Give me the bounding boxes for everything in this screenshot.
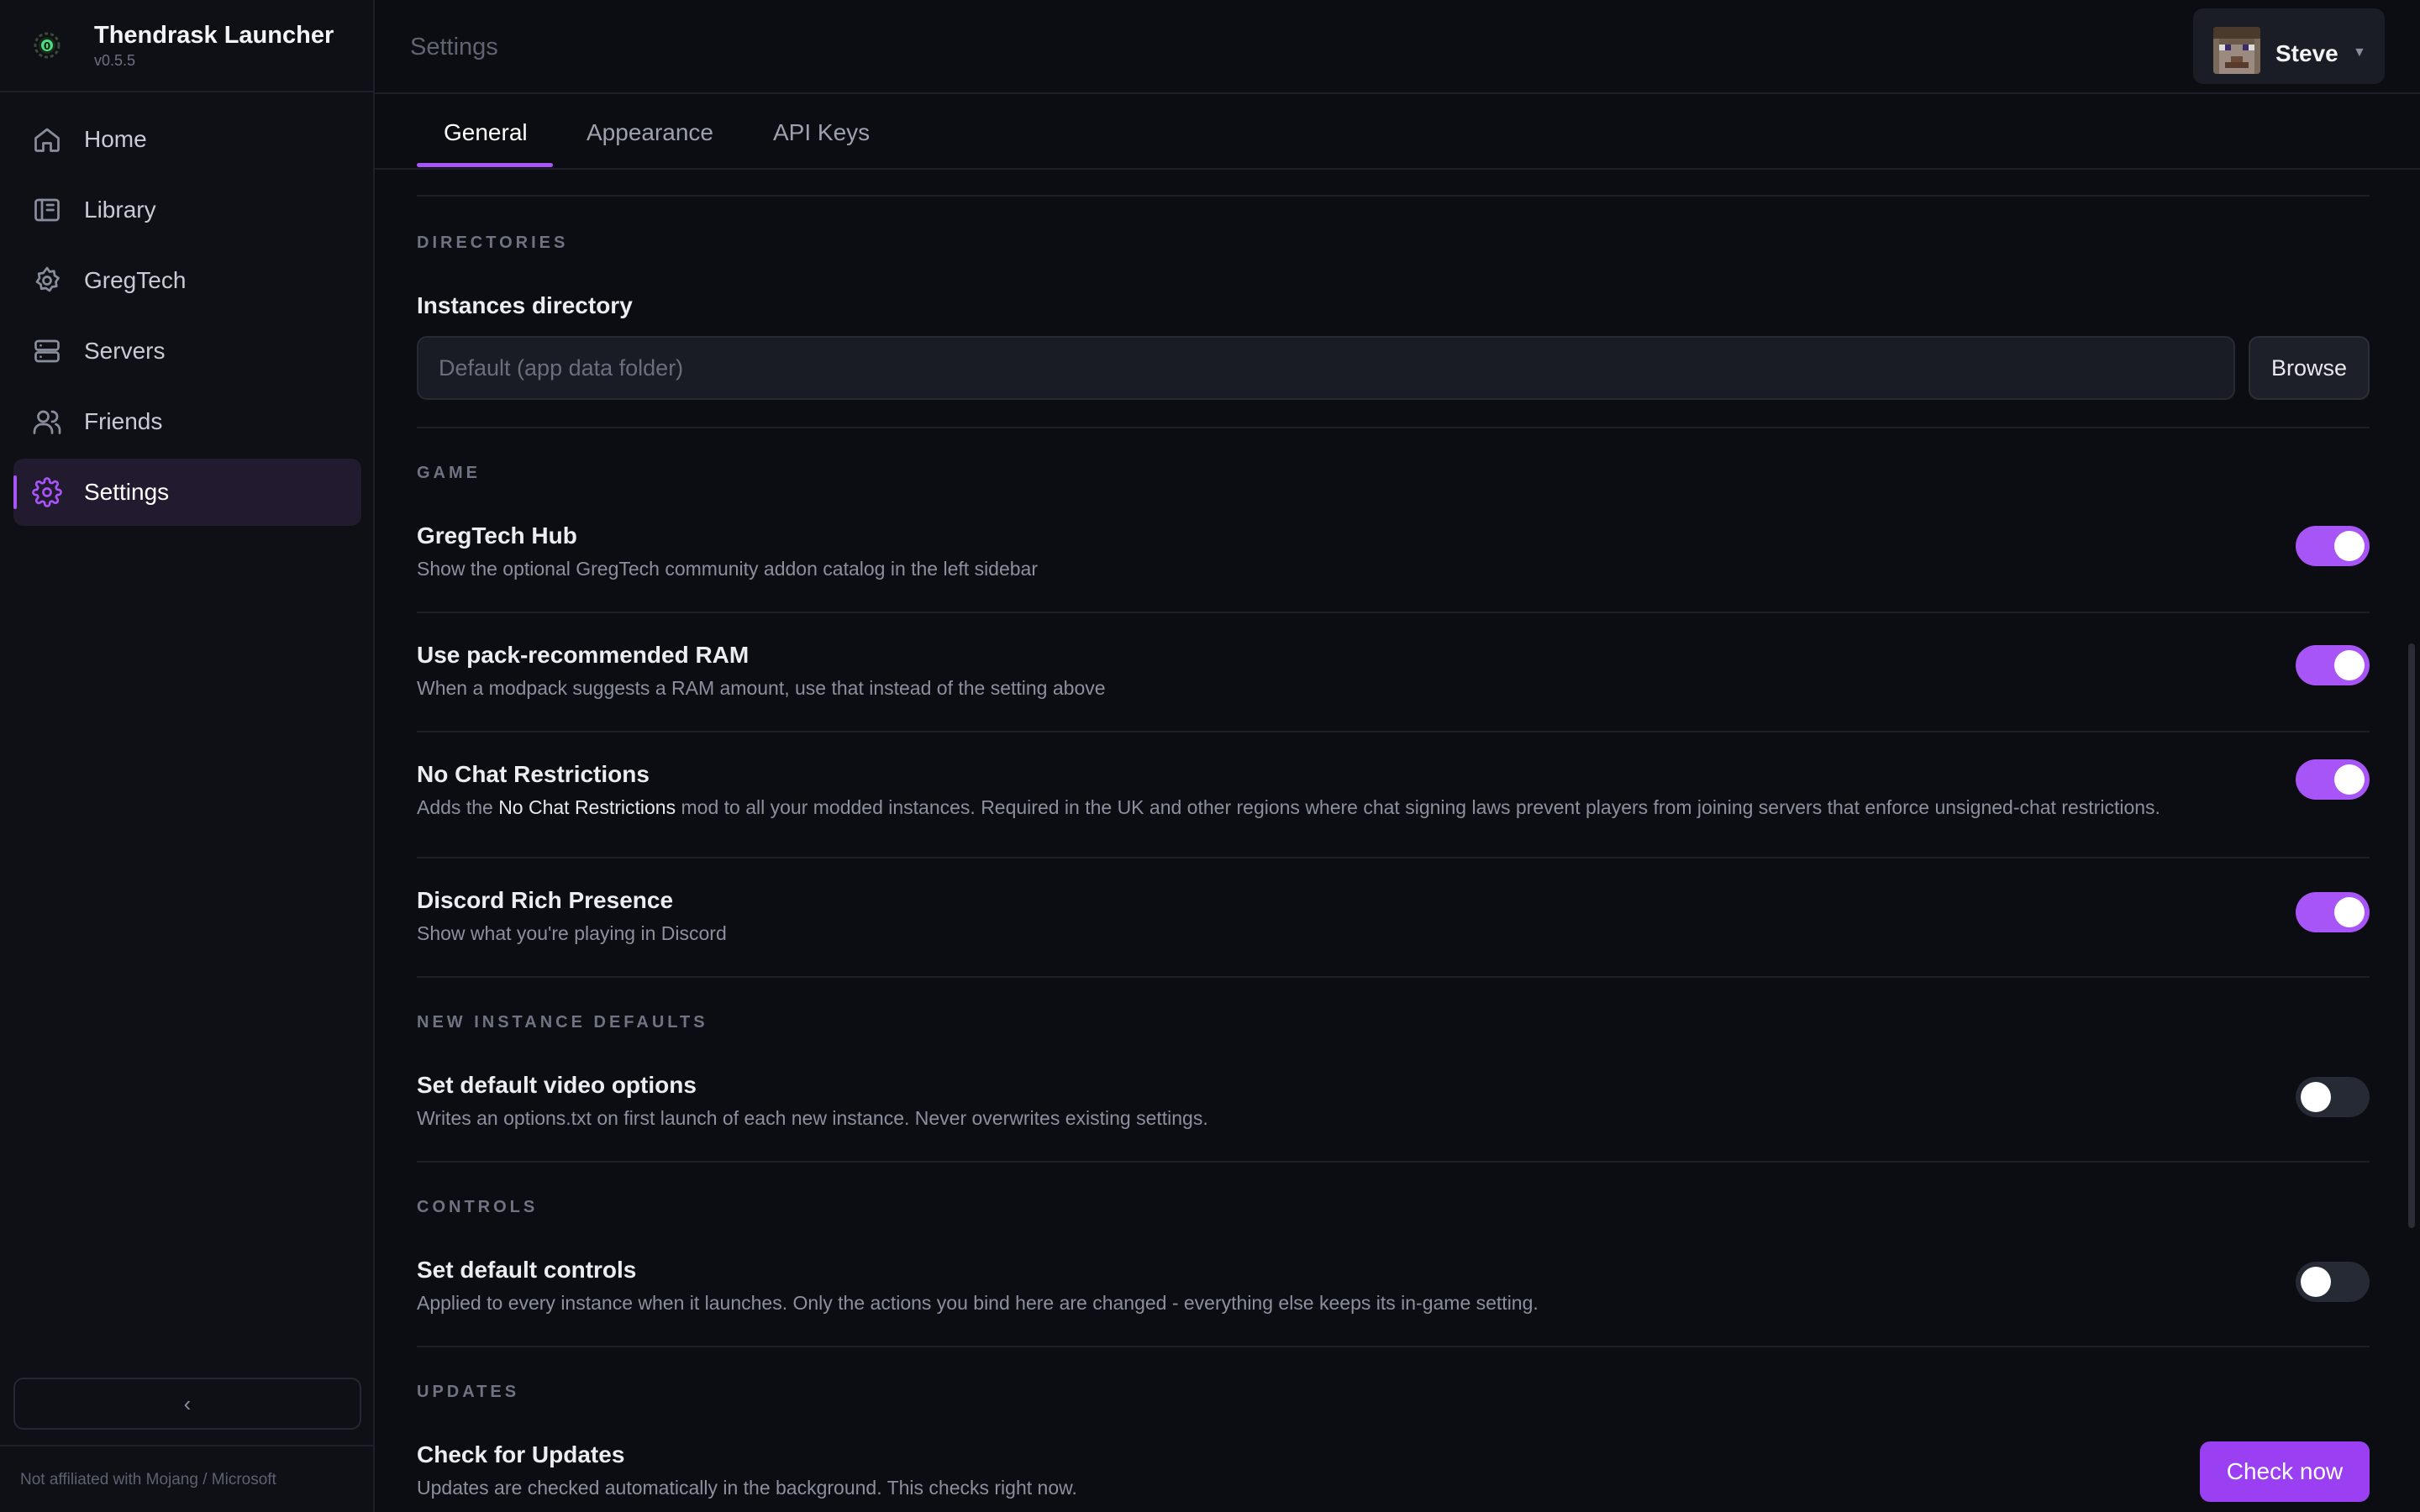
- gregtech-gear-icon: [32, 265, 62, 296]
- user-menu-button[interactable]: Steve ▼: [2193, 8, 2385, 84]
- server-icon: [32, 336, 62, 366]
- sidebar-item-label: GregTech: [84, 267, 187, 293]
- avatar: [2213, 27, 2260, 74]
- desc-text-before: Adds the: [417, 796, 499, 818]
- setting-name: Use pack-recommended RAM: [417, 642, 750, 668]
- check-now-button[interactable]: Check now: [2200, 1441, 2370, 1502]
- toggle-knob: [2334, 531, 2365, 561]
- section-heading-new-instance-defaults: NEW INSTANCE DEFAULTS: [417, 1013, 708, 1032]
- chevron-left-icon: ‹: [183, 1390, 192, 1416]
- content-scrollbar[interactable]: [2408, 643, 2415, 1228]
- setting-description: When a modpack suggests a RAM amount, us…: [417, 677, 1106, 699]
- divider: [417, 612, 2370, 613]
- sidebar-item-servers[interactable]: Servers: [13, 318, 361, 385]
- sidebar-item-settings[interactable]: Settings: [13, 459, 361, 526]
- section-heading-updates: UPDATES: [417, 1383, 520, 1401]
- svg-text:0: 0: [44, 40, 50, 52]
- sidebar-item-friends[interactable]: Friends: [13, 388, 361, 455]
- divider: [417, 1346, 2370, 1347]
- tab-api-keys[interactable]: API Keys: [773, 119, 870, 146]
- sidebar-item-label: Home: [84, 126, 147, 152]
- brand-header: 0 Thendrask Launcher v0.5.5: [0, 0, 373, 92]
- setting-name: Set default video options: [417, 1072, 697, 1098]
- sidebar: 0 Thendrask Launcher v0.5.5 Home Library…: [0, 0, 375, 1512]
- toggle-knob: [2301, 1082, 2331, 1112]
- no-chat-restrictions-toggle[interactable]: [2296, 759, 2370, 800]
- chevron-down-icon: ▼: [2353, 45, 2366, 60]
- section-heading-controls: CONTROLS: [417, 1198, 539, 1216]
- settings-tabs: General Appearance API Keys: [375, 94, 2420, 170]
- instances-directory-label: Instances directory: [417, 292, 633, 318]
- app-title: Thendrask Launcher: [94, 22, 334, 49]
- setting-description: Applied to every instance when it launch…: [417, 1292, 1539, 1314]
- default-controls-toggle[interactable]: [2296, 1262, 2370, 1302]
- setting-name: Set default controls: [417, 1257, 637, 1283]
- toggle-knob: [2334, 764, 2365, 795]
- page-title: Settings: [410, 34, 498, 60]
- user-name: Steve: [2275, 40, 2338, 66]
- sidebar-item-library[interactable]: Library: [13, 176, 361, 244]
- sidebar-item-label: Friends: [84, 408, 163, 434]
- divider: [417, 976, 2370, 978]
- gregtech-hub-toggle[interactable]: [2296, 526, 2370, 566]
- setting-description: Writes an options.txt on first launch of…: [417, 1107, 1208, 1129]
- settings-gear-icon: [32, 477, 62, 507]
- sidebar-item-label: Library: [84, 197, 156, 223]
- divider: [417, 857, 2370, 858]
- sidebar-item-label: Settings: [84, 479, 170, 505]
- active-tab-indicator: [417, 163, 553, 167]
- desc-highlight: No Chat Restrictions: [498, 796, 676, 818]
- setting-description: Adds the No Chat Restrictions mod to all…: [417, 796, 2160, 819]
- browse-button[interactable]: Browse: [2249, 336, 2370, 400]
- pack-recommended-ram-toggle[interactable]: [2296, 645, 2370, 685]
- divider: [0, 1445, 373, 1446]
- sidebar-item-home[interactable]: Home: [13, 106, 361, 173]
- default-video-options-toggle[interactable]: [2296, 1077, 2370, 1117]
- setting-name: GregTech Hub: [417, 522, 577, 549]
- toggle-knob: [2334, 897, 2365, 927]
- divider: [417, 195, 2370, 197]
- setting-description: Show what you're playing in Discord: [417, 922, 727, 944]
- discord-rich-presence-toggle[interactable]: [2296, 892, 2370, 932]
- section-heading-directories: DIRECTORIES: [417, 234, 569, 252]
- setting-name: No Chat Restrictions: [417, 761, 650, 787]
- disclaimer-text: Not affiliated with Mojang / Microsoft: [20, 1471, 276, 1488]
- home-icon: [32, 124, 62, 155]
- setting-description: Updates are checked automatically in the…: [417, 1477, 1077, 1499]
- setting-description: Show the optional GregTech community add…: [417, 558, 1038, 580]
- tab-appearance[interactable]: Appearance: [587, 119, 713, 146]
- divider: [417, 731, 2370, 732]
- desc-text-after: mod to all your modded instances. Requir…: [676, 796, 2160, 818]
- instances-directory-field[interactable]: [417, 336, 2235, 400]
- divider: [417, 427, 2370, 428]
- sidebar-item-gregtech[interactable]: GregTech: [13, 247, 361, 314]
- top-bar: Settings Steve ▼: [375, 0, 2420, 94]
- sidebar-item-label: Servers: [84, 338, 166, 364]
- instances-directory-input[interactable]: [418, 338, 2233, 398]
- app-version: v0.5.5: [94, 52, 136, 69]
- app-logo-icon: 0: [30, 29, 64, 62]
- divider: [417, 1161, 2370, 1163]
- section-heading-game: GAME: [417, 464, 481, 482]
- library-icon: [32, 195, 62, 225]
- collapse-sidebar-button[interactable]: ‹: [13, 1378, 361, 1430]
- toggle-knob: [2301, 1267, 2331, 1297]
- toggle-knob: [2334, 650, 2365, 680]
- sidebar-nav: Home Library GregTech Servers Friends Se…: [13, 106, 361, 529]
- users-icon: [32, 407, 62, 437]
- tab-general[interactable]: General: [444, 119, 528, 146]
- setting-name: Discord Rich Presence: [417, 887, 674, 913]
- setting-name: Check for Updates: [417, 1441, 625, 1467]
